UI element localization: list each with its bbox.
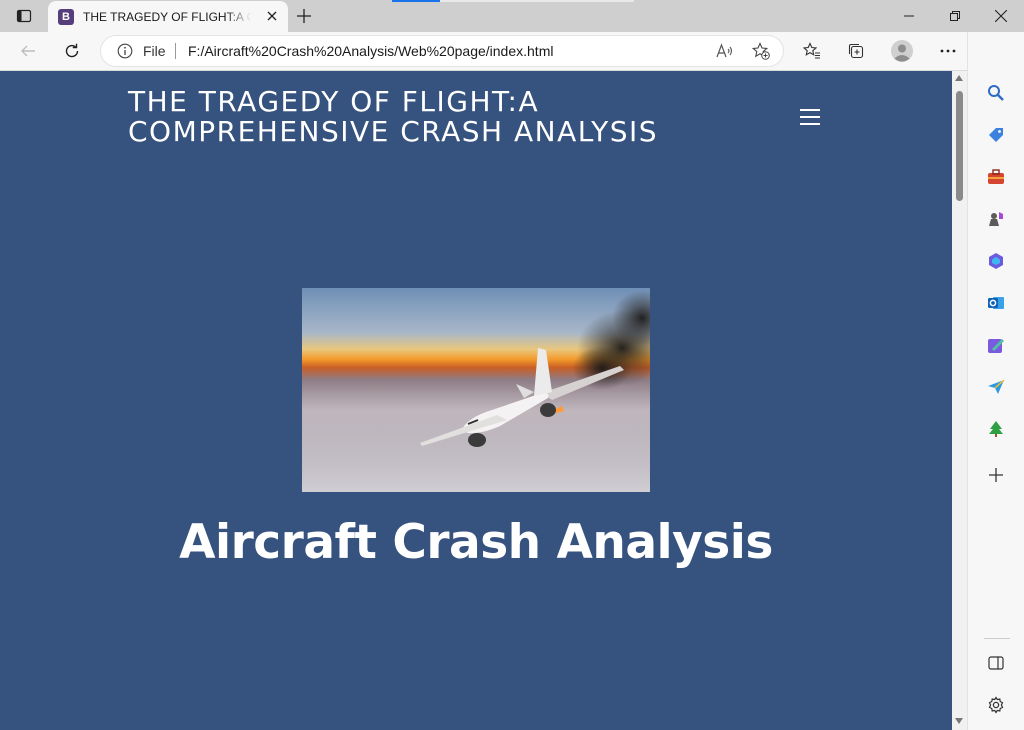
sidebar-tree-button[interactable] [984,417,1008,441]
page-viewport: THE TRAGEDY OF FLIGHT:A COMPREHENSIVE CR… [0,71,952,730]
hamburger-icon [800,109,820,111]
edge-sidebar [967,32,1024,730]
close-icon [995,10,1007,22]
sidebar-outlook-button[interactable] [984,291,1008,315]
collections-button[interactable] [842,37,870,65]
page-scrollbar[interactable] [952,71,967,730]
address-divider [175,43,176,59]
designer-icon [988,339,1004,353]
back-button[interactable] [14,37,42,65]
address-bar[interactable]: File F:/Aircraft%20Crash%20Analysis/Web%… [101,36,783,66]
sidebar-add-button[interactable] [984,463,1008,487]
sidebar-tools-button[interactable] [984,165,1008,189]
scroll-thumb[interactable] [956,91,963,201]
sidebar-drop-button[interactable] [984,375,1008,399]
site-title[interactable]: THE TRAGEDY OF FLIGHT:A COMPREHENSIVE CR… [128,87,748,147]
refresh-button[interactable] [58,37,86,65]
sidebar-microsoft365-button[interactable] [984,249,1008,273]
favorites-icon [803,42,820,59]
search-icon [988,85,1004,101]
menu-toggle-button[interactable] [798,107,822,127]
tab-actions-icon [16,9,32,23]
hamburger-icon-bar [800,123,820,125]
hide-sidebar-icon [988,656,1004,670]
hamburger-icon-bar [800,116,820,118]
restore-icon [950,11,960,21]
scroll-down-arrow-icon[interactable] [955,718,963,724]
scroll-up-arrow-icon[interactable] [955,75,963,81]
microsoft365-icon [989,253,1003,269]
read-aloud-icon [716,43,733,58]
games-icon [989,212,1003,226]
add-icon [989,468,1003,482]
tree-icon [989,421,1003,437]
info-icon[interactable] [117,43,133,59]
plus-icon [297,9,311,23]
profile-icon [891,40,913,62]
tab-strip-highlight-track [440,0,634,2]
tab-actions-button[interactable] [8,4,40,28]
browser-toolbar: File F:/Aircraft%20Crash%20Analysis/Web%… [0,32,1024,71]
active-tab[interactable]: B THE TRAGEDY OF FLIGHT:A Comprehensive … [48,1,288,32]
read-aloud-button[interactable] [715,41,735,61]
add-favorite-icon [752,42,770,60]
favorites-button[interactable] [798,37,826,65]
profile-button[interactable] [888,37,916,65]
tab-strip-highlight [392,0,440,2]
tools-icon [988,169,1004,184]
bootstrap-favicon-icon: B [58,8,74,25]
sidebar-games-button[interactable] [984,207,1008,231]
hero-heading: Aircraft Crash Analysis [179,515,773,570]
url-text[interactable]: F:/Aircraft%20Crash%20Analysis/Web%20pag… [188,43,553,59]
back-icon [21,45,35,57]
drop-icon [988,379,1005,394]
scheme-label: File [143,43,166,59]
sidebar-designer-button[interactable] [984,333,1008,357]
outlook-icon [988,297,1004,309]
more-icon [940,49,956,53]
crashing-airplane-image [302,288,650,492]
tab-strip: B THE TRAGEDY OF FLIGHT:A Comprehensive … [0,0,1024,32]
close-icon [267,11,277,21]
tab-close-button[interactable] [264,8,280,24]
hide-sidebar-button[interactable] [984,651,1008,675]
sidebar-shopping-button[interactable] [984,123,1008,147]
minimize-button[interactable] [886,0,932,32]
new-tab-button[interactable] [294,6,314,26]
more-button[interactable] [934,37,962,65]
sidebar-search-button[interactable] [984,81,1008,105]
refresh-icon [65,43,79,58]
collections-icon [848,43,864,59]
restore-button[interactable] [932,0,978,32]
settings-icon [988,696,1004,714]
shopping-icon [989,128,1003,142]
sidebar-divider [984,638,1010,639]
minimize-icon [904,15,914,17]
tab-title: THE TRAGEDY OF FLIGHT:A Comprehensive Cr… [83,9,251,24]
close-window-button[interactable] [978,0,1024,32]
add-favorite-button[interactable] [751,41,771,61]
sidebar-settings-button[interactable] [984,693,1008,717]
